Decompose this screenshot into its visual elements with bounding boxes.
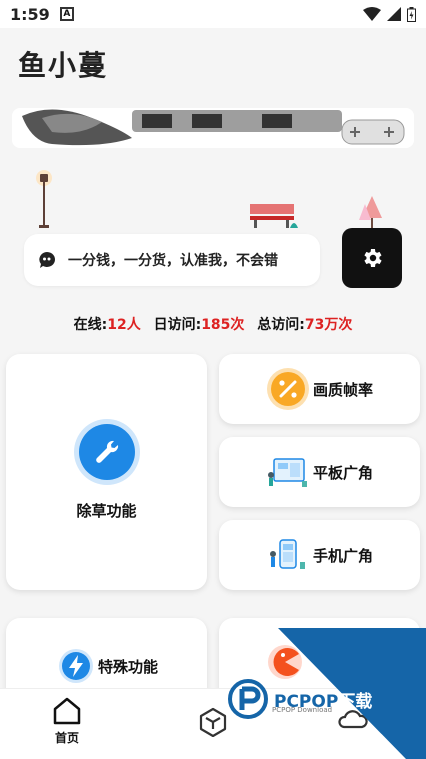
phone-wide-card[interactable]: 手机广角 [219,520,420,590]
cube-icon [199,707,227,737]
notification-icon: A [59,7,74,21]
settings-button[interactable] [342,228,402,288]
page-title: 鱼小蔓 [18,49,109,82]
status-icons [363,6,416,22]
percent-icon [265,366,311,412]
pacman-icon [268,645,302,679]
pcpop-logo-icon [228,679,268,719]
street-lamp-illustration [34,170,54,234]
daily-visits: 日访问:185次 [153,317,245,333]
announcement-text: 一分钱，一分货，认准我，不会错 [68,253,278,269]
visit-stats: 在线:12人 日访问:185次 总访问:73万次 [0,314,426,334]
tab-cube[interactable] [198,707,228,737]
announcement-bar: 一分钱，一分货，认准我，不会错 [24,234,320,286]
lightning-icon [59,649,93,683]
weeding-label: 除草功能 [76,501,137,520]
tab-home-label: 首页 [54,731,79,745]
wifi-icon [363,7,381,21]
weeding-feature-card[interactable]: 除草功能 [6,354,207,590]
gear-icon [364,249,382,267]
battery-icon [407,6,416,22]
picture-quality-label: 画质帧率 [313,380,374,399]
phone-icon [265,532,311,578]
online-count: 在线:12人 [73,317,141,333]
status-time: 1:59 [10,4,50,24]
phone-wide-label: 手机广角 [313,546,374,565]
speech-bubble-icon [39,252,55,268]
total-visits: 总访问:73万次 [257,317,353,333]
banner-illustration [12,108,414,148]
status-bar: 1:59 A [0,0,426,28]
bench-illustration [248,202,302,234]
home-icon [53,697,81,725]
tablet-icon [265,449,311,495]
watermark-subtitle: PCPOP Download [272,706,333,714]
signal-icon [387,7,401,21]
wrench-icon [78,423,135,480]
tablet-wide-label: 平板广角 [313,463,374,482]
picture-quality-card[interactable]: 画质帧率 [219,354,420,424]
special-feature-label: 特殊功能 [98,658,159,676]
watermark-logo: PCPOP下载 [228,676,418,722]
tablet-wide-card[interactable]: 平板广角 [219,437,420,507]
tab-home[interactable]: 首页 [52,697,82,746]
